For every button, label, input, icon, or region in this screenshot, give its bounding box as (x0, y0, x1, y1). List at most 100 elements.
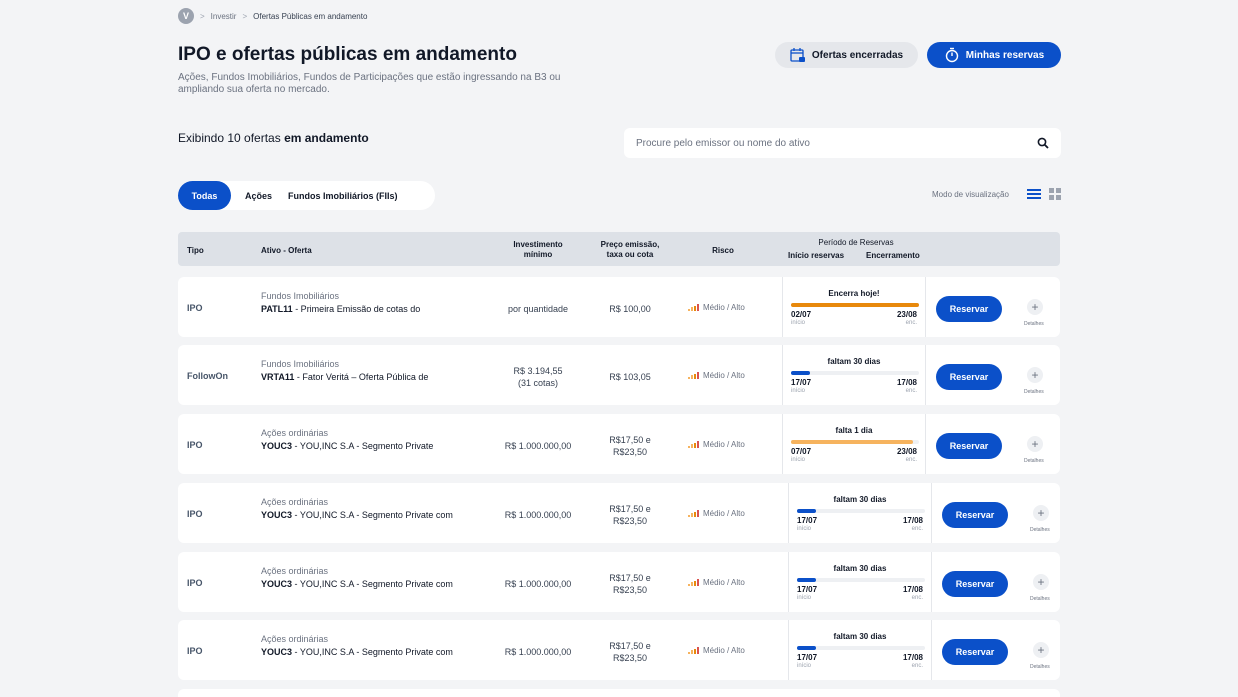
table-header: Tipo Ativo - Oferta Investimento mínimo … (178, 232, 1060, 266)
view-mode: Modo de visualização (932, 188, 1061, 200)
row-price-value: R$17,50 e (609, 435, 651, 445)
plus-icon[interactable]: + (1033, 574, 1049, 590)
period-progress-bar (791, 303, 919, 307)
my-reservations-label: Minhas reservas (965, 49, 1045, 61)
reserve-button[interactable]: Reservar (936, 433, 1002, 459)
table-row[interactable]: IPO Fundos Imobiliários PATL11 - Primeir… (178, 277, 1060, 337)
row-tipo: IPO (187, 440, 203, 450)
my-reservations-button[interactable]: Minhas reservas (927, 42, 1061, 68)
period-start-label: início (791, 388, 806, 394)
row-risk: Médio / Alto (688, 509, 745, 518)
offers-count: Exibindo 10 ofertas em andamento (178, 131, 369, 145)
table-row[interactable]: FollowOn Fundos Imobiliários VRTA11 - Fa… (178, 345, 1060, 405)
row-asset-name[interactable]: YOUC3 - YOU,INC S.A - Segmento Private c… (261, 647, 453, 657)
avatar[interactable]: V (178, 8, 194, 24)
closed-offers-button[interactable]: Ofertas encerradas (775, 42, 918, 68)
period-progress-bar (791, 440, 919, 444)
reserve-button[interactable]: Reservar (936, 364, 1002, 390)
period-progress-fill (797, 646, 817, 650)
row-asset-name[interactable]: YOUC3 - YOU,INC S.A - Segmento Private c… (261, 579, 453, 589)
row-price-value: R$17,50 e (609, 641, 651, 651)
col-preco-2: taxa ou cota (606, 250, 654, 259)
table-row[interactable] (178, 689, 1060, 697)
plus-icon[interactable]: + (1027, 299, 1043, 315)
row-price-value: R$ 103,05 (609, 372, 651, 382)
calendar-lock-icon (790, 48, 805, 62)
row-category: Ações ordinárias (261, 566, 329, 576)
plus-icon[interactable]: + (1033, 642, 1049, 658)
table-row[interactable]: IPO Ações ordinárias YOUC3 - YOU,INC S.A… (178, 483, 1060, 543)
plus-icon[interactable]: + (1033, 505, 1049, 521)
reserve-button[interactable]: Reservar (936, 296, 1002, 322)
col-tipo: Tipo (187, 246, 204, 255)
period-start-date: 02/07 (791, 310, 812, 319)
period-end-date: 17/08 (902, 585, 923, 594)
col-investimento-1: Investimento (513, 240, 563, 249)
row-price: R$17,50 e R$23,50 (590, 640, 670, 664)
period-start-date: 17/07 (797, 516, 818, 525)
row-risk-label: Médio / Alto (703, 440, 745, 449)
reserve-button[interactable]: Reservar (942, 502, 1008, 528)
period-end-label: enc. (905, 457, 917, 463)
row-risk-label: Médio / Alto (703, 578, 745, 587)
details-link[interactable]: Detalhes (1024, 389, 1044, 395)
period-status: falta 1 dia (835, 426, 873, 435)
row-description: - Primeira Emissão de cotas do (292, 304, 421, 314)
period-end-label: enc. (905, 320, 917, 326)
period-end-date: 17/08 (902, 516, 923, 525)
row-ticker: YOUC3 (261, 579, 293, 589)
row-price-value-2: R$23,50 (612, 447, 648, 457)
row-reservation-period: falta 1 dia 07/07 23/08 início enc. (782, 414, 926, 474)
table-row[interactable]: IPO Ações ordinárias YOUC3 - YOU,INC S.A… (178, 552, 1060, 612)
offers-count-prefix: Exibindo 10 ofertas (178, 131, 281, 145)
period-status: faltam 30 dias (833, 495, 887, 504)
row-risk: Médio / Alto (688, 371, 745, 380)
row-category: Ações ordinárias (261, 634, 329, 644)
search-input[interactable]: Procure pelo emissor ou nome do ativo (624, 128, 1061, 158)
col-ativo: Ativo - Oferta (261, 246, 312, 255)
row-tipo: IPO (187, 578, 203, 588)
list-view-icon[interactable] (1026, 188, 1041, 200)
col-risco: Risco (712, 246, 734, 255)
plus-icon[interactable]: + (1027, 367, 1043, 383)
row-price-value: R$17,50 e (609, 573, 651, 583)
row-asset-name[interactable]: YOUC3 - YOU,INC S.A - Segmento Private c… (261, 510, 453, 520)
filter-stocks[interactable]: Ações (237, 181, 280, 210)
filter-fiis[interactable]: Fundos Imobiliários (FIIs) (280, 181, 406, 210)
filter-all[interactable]: Todas (178, 181, 231, 210)
chevron-right-icon: > (200, 11, 205, 21)
row-risk-label: Médio / Alto (703, 303, 745, 312)
table-row[interactable]: IPO Ações ordinárias YOUC3 - YOU,INC S.A… (178, 414, 1060, 474)
col-preco-1: Preço emissão, (600, 240, 660, 249)
period-progress-bar (791, 371, 919, 375)
table-row[interactable]: IPO Ações ordinárias YOUC3 - YOU,INC S.A… (178, 620, 1060, 680)
breadcrumb-item-investir[interactable]: Investir (211, 12, 237, 21)
details-link[interactable]: Detalhes (1024, 321, 1044, 327)
details-link[interactable]: Detalhes (1030, 527, 1050, 533)
search-icon[interactable] (1037, 137, 1049, 149)
period-start-date: 17/07 (791, 378, 812, 387)
row-category: Fundos Imobiliários (261, 359, 340, 369)
details-link[interactable]: Detalhes (1030, 596, 1050, 602)
plus-icon[interactable]: + (1027, 436, 1043, 452)
reserve-button[interactable]: Reservar (942, 571, 1008, 597)
row-reservation-period: Encerra hoje! 02/07 23/08 início enc. (782, 277, 926, 337)
reserve-button[interactable]: Reservar (942, 639, 1008, 665)
row-price: R$17,50 e R$23,50 (590, 572, 670, 596)
row-min-investment: por quantidade (488, 303, 588, 315)
row-asset-name[interactable]: VRTA11 - Fator Veritá – Oferta Pública d… (261, 372, 428, 382)
row-asset-name[interactable]: YOUC3 - YOU,INC S.A - Segmento Private (261, 441, 433, 451)
period-end-label: enc. (905, 388, 917, 394)
row-min-investment: R$ 3.194,55 (31 cotas) (488, 365, 588, 389)
grid-view-icon[interactable] (1048, 188, 1061, 200)
period-start-date: 07/07 (791, 447, 812, 456)
closed-offers-label: Ofertas encerradas (811, 49, 904, 61)
details-link[interactable]: Detalhes (1030, 664, 1050, 670)
period-end-label: enc. (911, 595, 923, 601)
period-status: faltam 30 dias (827, 357, 881, 366)
row-asset-name[interactable]: PATL11 - Primeira Emissão de cotas do (261, 304, 420, 314)
details-link[interactable]: Detalhes (1024, 458, 1044, 464)
search-placeholder: Procure pelo emissor ou nome do ativo (636, 137, 810, 149)
page-subtitle: Ações, Fundos Imobiliários, Fundos de Pa… (178, 72, 561, 95)
period-start-date: 17/07 (797, 585, 818, 594)
